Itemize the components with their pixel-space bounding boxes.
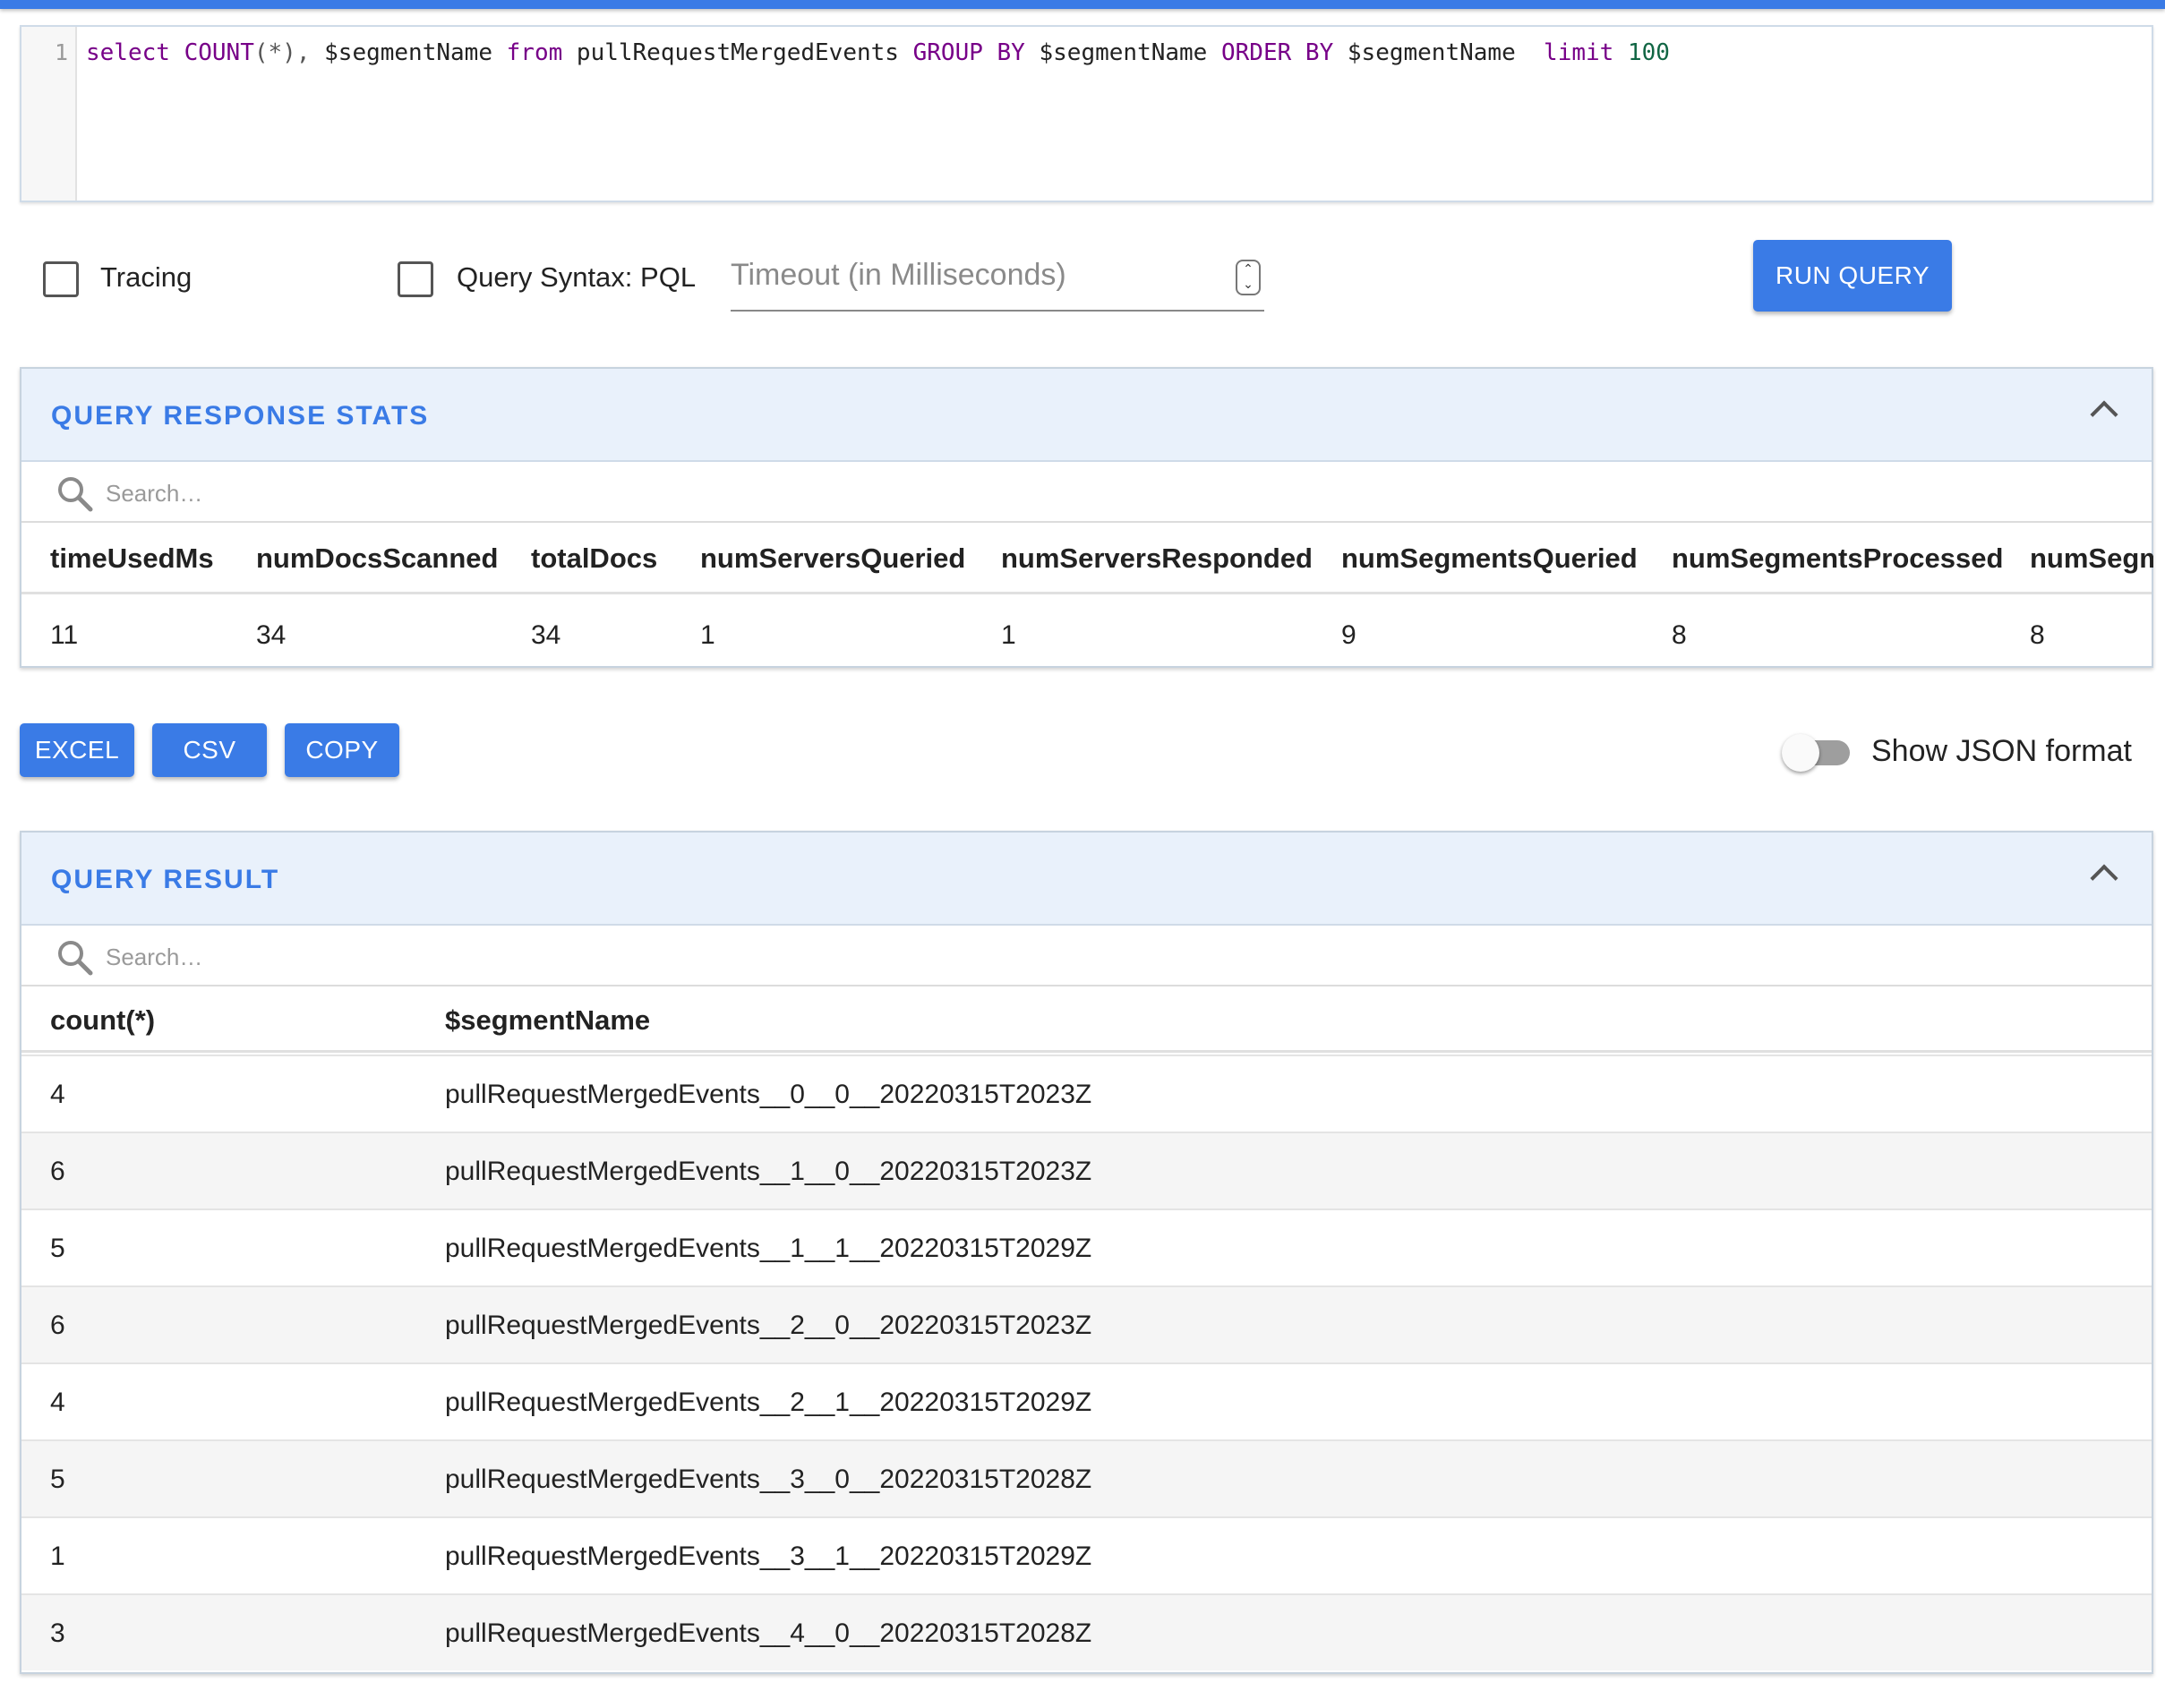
count-cell: 4	[50, 1388, 65, 1417]
result-panel-title: QUERY RESULT	[51, 865, 280, 894]
sql-keyword-from: from	[506, 39, 563, 66]
search-placeholder: Search…	[106, 944, 203, 970]
number-spinner[interactable]: ⌃ ⌄	[1236, 260, 1261, 295]
stats-header-row: timeUsedMs numDocsScanned totalDocs numS…	[21, 523, 2153, 594]
excel-export-button[interactable]: EXCEL	[20, 723, 134, 777]
segment-cell: pullRequestMergedEvents__4__0__20220315T…	[445, 1618, 1092, 1648]
segment-cell: pullRequestMergedEvents__3__0__20220315T…	[445, 1465, 1092, 1494]
csv-export-button[interactable]: CSV	[152, 723, 267, 777]
count-cell: 5	[50, 1234, 65, 1263]
count-cell: 4	[50, 1080, 65, 1109]
table-row[interactable]: 6 pullRequestMergedEvents__2__0__2022031…	[21, 1285, 2152, 1362]
table-row[interactable]: 1 pullRequestMergedEvents__3__1__2022031…	[21, 1516, 2152, 1593]
sql-editor[interactable]: 1 select COUNT(*), $segmentName from pul…	[20, 25, 2153, 202]
stats-value: 11	[50, 620, 79, 650]
tracing-label: Tracing	[100, 261, 193, 293]
stats-col-header[interactable]: numServersQueried	[700, 542, 965, 575]
table-row[interactable]: 4 pullRequestMergedEvents__0__0__2022031…	[21, 1055, 2152, 1132]
segment-cell: pullRequestMergedEvents__2__0__20220315T…	[445, 1311, 1092, 1340]
sql-code-line[interactable]: select COUNT(*), $segmentName from pullR…	[86, 39, 1670, 66]
stats-col-header[interactable]: numDocsScanned	[256, 542, 498, 575]
table-row[interactable]: 5 pullRequestMergedEvents__1__1__2022031…	[21, 1208, 2152, 1285]
table-row[interactable]: 4 pullRequestMergedEvents__2__1__2022031…	[21, 1362, 2152, 1439]
stats-value: 1	[1001, 620, 1016, 650]
result-header-row: count(*) $segmentName	[21, 986, 2152, 1053]
table-row[interactable]: 6 pullRequestMergedEvents__1__0__2022031…	[21, 1132, 2152, 1208]
segment-cell: pullRequestMergedEvents__1__0__20220315T…	[445, 1157, 1092, 1186]
sql-column: $segmentName	[1024, 39, 1221, 66]
stats-col-header[interactable]: numServersResponded	[1001, 542, 1313, 575]
stats-col-header[interactable]: numSegmentsProcessed	[1672, 542, 2003, 575]
result-search-input[interactable]: Search…	[21, 926, 2152, 986]
json-format-toggle-knob[interactable]	[1782, 734, 1819, 772]
sql-keyword-limit: limit	[1544, 39, 1614, 66]
spin-up-icon[interactable]: ⌃	[1237, 261, 1259, 277]
segment-cell: pullRequestMergedEvents__1__1__20220315T…	[445, 1234, 1092, 1263]
count-cell: 3	[50, 1618, 65, 1648]
table-row[interactable]: 5 pullRequestMergedEvents__3__0__2022031…	[21, 1439, 2152, 1516]
result-col-header-count[interactable]: count(*)	[50, 1004, 155, 1037]
count-cell: 5	[50, 1465, 65, 1494]
top-app-bar	[0, 0, 2165, 9]
stats-panel-title: QUERY RESPONSE STATS	[51, 401, 430, 431]
query-response-stats-panel: QUERY RESPONSE STATS Search… timeUsedMs …	[20, 367, 2153, 668]
stats-value: 8	[2030, 620, 2045, 650]
stats-col-header[interactable]: totalDocs	[531, 542, 657, 575]
pql-syntax-checkbox[interactable]	[398, 261, 433, 297]
pql-syntax-label: Query Syntax: PQL	[457, 261, 697, 293]
copy-button[interactable]: COPY	[285, 723, 399, 777]
run-query-button[interactable]: RUN QUERY	[1753, 240, 1952, 312]
stats-col-header[interactable]: numSegmentsQueried	[1341, 542, 1638, 575]
stats-value-row: 11 34 34 1 1 9 8 8	[21, 597, 2152, 667]
stats-value: 34	[531, 620, 561, 650]
stats-value: 8	[1672, 620, 1687, 650]
stats-value: 1	[700, 620, 715, 650]
segment-cell: pullRequestMergedEvents__3__1__20220315T…	[445, 1541, 1092, 1571]
search-icon	[58, 477, 93, 512]
sql-keyword-order-by: ORDER BY	[1221, 39, 1334, 66]
spin-down-icon[interactable]: ⌄	[1237, 277, 1259, 292]
sql-count-arg: (*),	[253, 39, 311, 66]
chevron-up-icon[interactable]	[2090, 864, 2118, 892]
sql-keyword-select: select	[86, 39, 170, 66]
sql-column: $segmentName	[1333, 39, 1545, 66]
count-cell: 1	[50, 1541, 65, 1571]
stats-value: 9	[1341, 620, 1356, 650]
stats-col-header[interactable]: timeUsedMs	[50, 542, 214, 575]
stats-value: 34	[256, 620, 287, 650]
stats-search-input[interactable]: Search…	[21, 462, 2152, 523]
timeout-placeholder: Timeout (in Milliseconds)	[731, 258, 1066, 292]
table-row[interactable]: 3 pullRequestMergedEvents__4__0__2022031…	[21, 1593, 2152, 1670]
timeout-input[interactable]: Timeout (in Milliseconds) ⌃ ⌄	[731, 251, 1264, 312]
tracing-checkbox[interactable]	[43, 261, 79, 297]
sql-column: $segmentName	[310, 39, 507, 66]
query-result-panel: QUERY RESULT Search… count(*) $segmentNa…	[20, 831, 2153, 1674]
stats-panel-header[interactable]: QUERY RESPONSE STATS	[21, 369, 2152, 462]
result-panel-header[interactable]: QUERY RESULT	[21, 833, 2152, 926]
stats-col-header[interactable]: numSegm	[2030, 542, 2153, 575]
segment-cell: pullRequestMergedEvents__0__0__20220315T…	[445, 1080, 1092, 1109]
sql-limit-value: 100	[1613, 39, 1670, 66]
sql-table-name: pullRequestMergedEvents	[562, 39, 913, 66]
sql-keyword-group-by: GROUP BY	[912, 39, 1025, 66]
result-col-header-segment[interactable]: $segmentName	[445, 1004, 650, 1037]
line-number: 1	[54, 39, 68, 65]
count-cell: 6	[50, 1157, 65, 1186]
sql-function-count: COUNT	[184, 39, 254, 66]
editor-gutter: 1	[21, 27, 77, 201]
json-format-label: Show JSON format	[1871, 734, 2132, 768]
search-placeholder: Search…	[106, 480, 203, 507]
search-icon	[58, 941, 93, 976]
segment-cell: pullRequestMergedEvents__2__1__20220315T…	[445, 1388, 1092, 1417]
count-cell: 6	[50, 1311, 65, 1340]
chevron-up-icon[interactable]	[2090, 400, 2118, 429]
